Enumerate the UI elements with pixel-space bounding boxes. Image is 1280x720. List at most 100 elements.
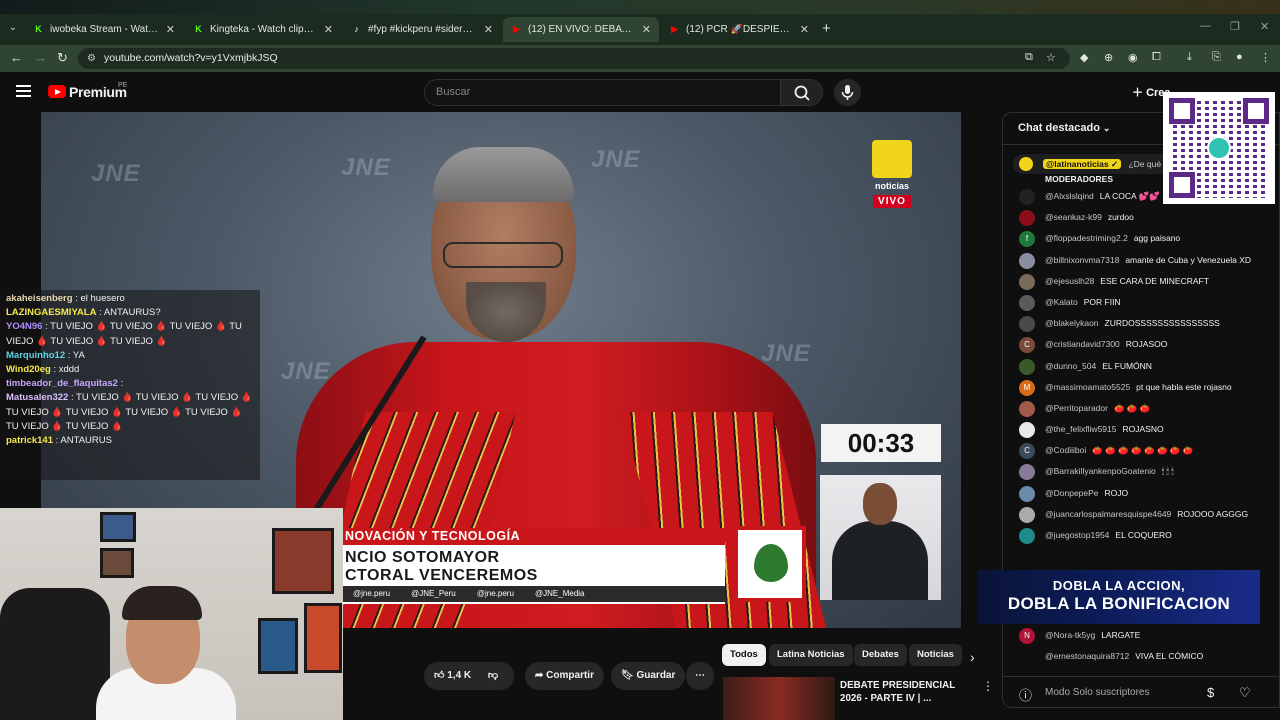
download-icon[interactable]: ⤓ (1187, 51, 1192, 64)
avatar[interactable] (1019, 422, 1035, 439)
voice-search-button[interactable] (834, 79, 861, 106)
chevron-right-icon[interactable]: › (970, 649, 975, 665)
browser-tab[interactable]: K Kingteka - Watch clips on Kick ✕ (185, 17, 341, 42)
chat-message[interactable]: C @cristiandavid7300 ROJASOO (1003, 337, 1263, 354)
chat-message[interactable]: @seankaz-k99 zurdoo (1003, 210, 1263, 227)
close-tab-icon[interactable]: ✕ (324, 23, 333, 36)
chat-message[interactable]: N @Nora-tk5yg LARGATE (1003, 628, 1263, 644)
chat-message[interactable]: @billnixonvma7318 amante de Cuba y Venezu… (1003, 252, 1263, 269)
share-button[interactable]: ➦ Compartir (525, 662, 604, 690)
chat-message[interactable]: @dunno_504 EL FUMÓNN (1003, 358, 1263, 375)
chat-message[interactable]: @Kalato POR FIIN (1003, 294, 1263, 311)
extensions-puzzle-icon[interactable]: ⧠ (1152, 51, 1161, 64)
avatar[interactable] (1019, 316, 1035, 333)
extension-icon-1[interactable]: ◆ (1080, 51, 1088, 64)
close-tab-icon[interactable]: ✕ (484, 23, 493, 36)
url-field[interactable]: ⚙ youtube.com/watch?v=y1VxmjbkJSQ (78, 48, 1070, 69)
chat-message[interactable]: @blakelykaon ZURDOSSSSSSSSSSSSSSS (1003, 316, 1263, 333)
close-tab-icon[interactable]: ✕ (642, 23, 651, 36)
youtube-logo-icon[interactable] (48, 85, 66, 98)
avatar[interactable] (1019, 252, 1035, 269)
chat-author[interactable]: @Alxslslqind (1045, 191, 1094, 201)
chat-author[interactable]: @Kalato (1045, 297, 1078, 307)
chip-noticias[interactable]: Noticias (909, 644, 962, 666)
recommendation-title[interactable]: DEBATE PRESIDENCIAL 2026 - PARTE IV | ..… (840, 679, 975, 705)
avatar[interactable] (1019, 294, 1035, 311)
site-info-icon[interactable]: ⚙ (87, 48, 96, 69)
recommendation-menu-icon[interactable]: ⋮ (982, 679, 994, 693)
avatar[interactable] (1019, 528, 1035, 544)
chat-message[interactable]: @ernestonaquira8712 VIVA EL CÓMICO (1003, 649, 1263, 666)
info-icon[interactable]: ⓘ (1019, 685, 1032, 704)
extension-icon-2[interactable]: ⊕ (1104, 51, 1113, 64)
chat-message[interactable]: @Perritoparador 🍅 🍅 🍅 (1003, 400, 1263, 417)
chat-message[interactable]: @DonpepePe ROJO (1003, 485, 1263, 502)
browser-tab[interactable]: Kiwobeka Stream - Watch Live o ✕ (25, 17, 183, 42)
avatar[interactable]: f (1019, 231, 1035, 248)
like-button[interactable]: 👍︎ 1,4 K (434, 670, 471, 681)
chip-latina-noticias[interactable]: Latina Noticias (769, 644, 853, 666)
avatar[interactable] (1019, 189, 1035, 205)
avatar[interactable] (1019, 506, 1035, 523)
reload-icon[interactable]: ↻ (57, 50, 68, 66)
chat-author[interactable]: @ernestonaquira8712 (1045, 651, 1129, 661)
chat-message[interactable]: @BarrakillyankenpoGoatenio 🕯 🕯 🕯 (1003, 464, 1263, 481)
super-chat-icon[interactable]: $ (1207, 685, 1214, 700)
chat-author[interactable]: @blakelykaon (1045, 318, 1099, 328)
save-button[interactable]: 🔖︎ Guardar (611, 662, 686, 690)
chip-todos[interactable]: Todos (722, 644, 766, 666)
chat-author[interactable]: @juancarlospalmaresquispe4649 (1045, 509, 1171, 519)
chat-author[interactable]: @dunno_504 (1045, 361, 1096, 371)
maximize-icon[interactable]: ❐ (1230, 20, 1240, 33)
browser-menu-icon[interactable]: ⋮ (1260, 51, 1271, 64)
recommendation-thumbnail[interactable] (723, 677, 835, 720)
more-actions-icon[interactable]: ⋯ (686, 662, 714, 690)
sidebar-icon[interactable]: ⎘ (1212, 51, 1221, 64)
chat-author[interactable]: @massimoamato5525 (1045, 382, 1130, 392)
tab-search-icon[interactable]: ⌄ (5, 22, 21, 38)
chat-author[interactable]: @juegostop1954 (1045, 530, 1109, 540)
bookmark-star-icon[interactable]: ☆ (1046, 51, 1056, 64)
close-tab-icon[interactable]: ✕ (166, 23, 175, 36)
browser-tab[interactable]: ▶ (12) EN VIVO: DEBATE PRES ✕ (503, 17, 659, 42)
avatar[interactable] (1019, 485, 1035, 502)
chat-message[interactable]: @ejesuslh28 ESE CARA DE MINECRAFT (1003, 273, 1263, 290)
profile-icon[interactable]: ● (1236, 51, 1243, 63)
chat-author[interactable]: @Codiiiboi (1045, 445, 1086, 455)
avatar[interactable] (1019, 358, 1035, 375)
search-input[interactable]: Buscar (424, 79, 781, 106)
chat-message[interactable]: @the_felixfliw5915 ROJASNO (1003, 422, 1263, 439)
chat-author[interactable]: @the_felixfliw5915 (1045, 424, 1116, 434)
chat-message[interactable]: @juegostop1954 EL COQUERO (1003, 528, 1263, 544)
chat-message[interactable]: C @Codiiiboi 🍅 🍅 🍅 🍅 🍅 🍅 🍅 🍅 (1003, 443, 1263, 460)
avatar[interactable]: C (1019, 337, 1035, 354)
chat-author[interactable]: @billnixonvma7318 (1045, 255, 1119, 265)
chat-author[interactable]: @ejesuslh28 (1045, 276, 1094, 286)
search-button[interactable] (780, 79, 823, 106)
avatar[interactable] (1019, 210, 1035, 227)
heart-icon[interactable]: ♡ (1239, 685, 1251, 701)
avatar[interactable] (1019, 649, 1035, 666)
chat-message[interactable]: @juancarlospalmaresquispe4649 ROJOOO AGGG… (1003, 506, 1263, 523)
chat-author[interactable]: @seankaz-k99 (1045, 212, 1102, 222)
chat-author[interactable]: @Perritoparador (1045, 403, 1108, 413)
extension-icon-3[interactable]: ◉ (1128, 51, 1138, 64)
menu-icon[interactable] (16, 85, 31, 97)
chat-author[interactable]: @DonpepePe (1045, 488, 1099, 498)
install-app-icon[interactable]: ⧉ (1025, 51, 1033, 64)
avatar[interactable]: M (1019, 379, 1035, 396)
chat-author[interactable]: @BarrakillyankenpoGoatenio (1045, 466, 1156, 476)
back-icon[interactable]: ← (10, 50, 23, 65)
chip-debates[interactable]: Debates (854, 644, 907, 666)
browser-tab[interactable]: ♪ #fyp #kickperu #sideral | sidera ✕ (343, 17, 501, 42)
chat-author[interactable]: @Nora-tk5yg (1045, 630, 1095, 640)
chat-author[interactable]: @cristiandavid7300 (1045, 339, 1120, 349)
new-tab-icon[interactable]: + (822, 20, 831, 37)
avatar[interactable] (1019, 400, 1035, 417)
chat-author[interactable]: @floppadestriming2.2 (1045, 233, 1128, 243)
close-tab-icon[interactable]: ✕ (800, 23, 809, 36)
chat-message[interactable]: f @floppadestriming2.2 agg paisano (1003, 231, 1263, 248)
forward-icon[interactable]: → (34, 50, 47, 65)
thumbs-down-icon[interactable]: 👎︎ (488, 670, 498, 681)
avatar[interactable]: C (1019, 443, 1035, 460)
